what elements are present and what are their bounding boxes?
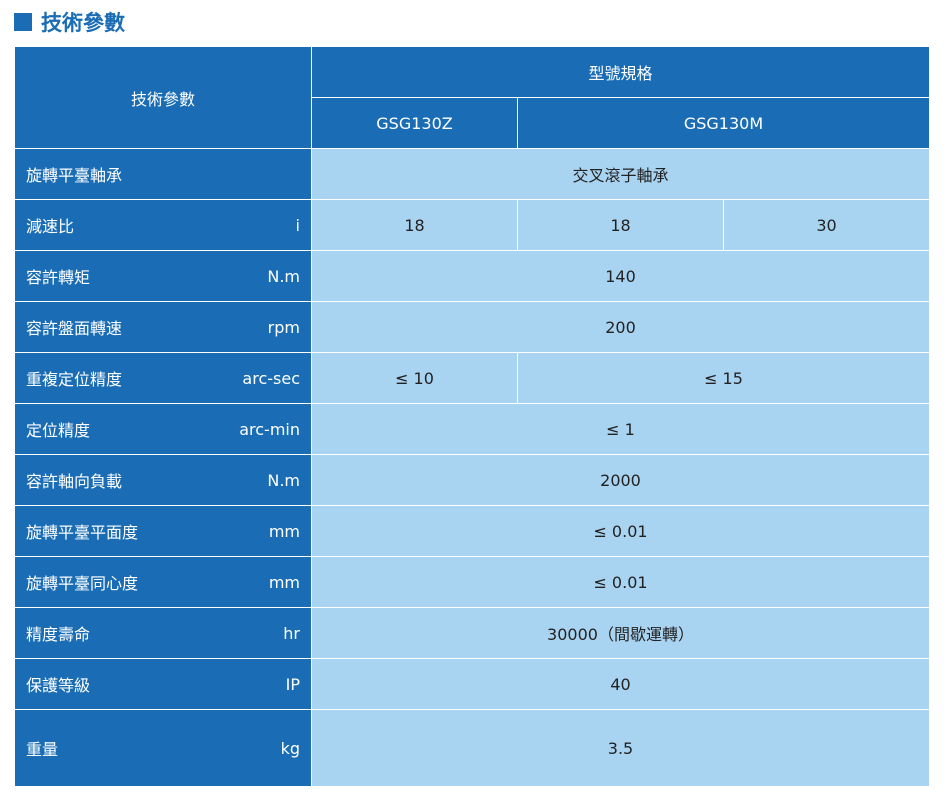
table-header-row: 技術參數 型號規格 [14,46,930,149]
row-label: 保護等級 [26,676,91,695]
row-unit: arc-sec [242,368,300,388]
table-row: 容許轉矩 N.m 140 [14,250,930,302]
row-unit: IP [285,674,300,694]
row-label-cell: 重複定位精度 arc-sec [14,352,312,404]
row-label: 容許軸向負載 [26,472,123,491]
row-unit: mm [268,521,300,541]
value-cell: ≤ 0.01 [311,505,930,557]
model-name: GSG130Z [311,97,518,149]
table-row: 保護等級 IP 40 [14,658,930,710]
row-unit: N.m [267,470,300,490]
value-cell: 200 [311,301,930,353]
value-cell: 18 [311,199,518,251]
row-label-cell: 容許軸向負載 N.m [14,454,312,506]
corner-header: 技術參數 [14,46,312,149]
row-label-cell: 旋轉平臺軸承 [14,148,312,200]
value-cell: 3.5 [311,709,930,787]
row-label: 旋轉平臺同心度 [26,574,139,593]
row-label-cell: 旋轉平臺同心度 mm [14,556,312,608]
row-unit: hr [283,623,300,643]
row-unit: arc-min [239,419,300,439]
table-row: 旋轉平臺軸承 交叉滾子軸承 [14,148,930,200]
value-cell: 30 [723,199,930,251]
table-row: 旋轉平臺平面度 mm ≤ 0.01 [14,505,930,557]
value-cell: 2000 [311,454,930,506]
row-label-cell: 定位精度 arc-min [14,403,312,455]
table-row: 重複定位精度 arc-sec ≤ 10 ≤ 15 [14,352,930,404]
row-unit: rpm [267,317,300,337]
value-cell: ≤ 15 [517,352,930,404]
row-label: 旋轉平臺平面度 [26,523,139,542]
table-row: 重量 kg 3.5 [14,709,930,787]
value-cell: 18 [517,199,724,251]
spec-table: 技術參數 型號規格 GSG130Z GSG130M 旋轉平臺軸承 交叉滾子軸承 … [14,46,930,787]
table-row: 容許軸向負載 N.m 2000 [14,454,930,506]
row-label: 精度壽命 [26,625,91,644]
value-cell: ≤ 0.01 [311,556,930,608]
row-label-cell: 旋轉平臺平面度 mm [14,505,312,557]
row-unit: kg [280,738,300,758]
model-name: GSG130M [517,97,930,149]
row-label: 重複定位精度 [26,370,123,389]
row-label-cell: 精度壽命 hr [14,607,312,659]
table-row: 旋轉平臺同心度 mm ≤ 0.01 [14,556,930,608]
row-label: 重量 [26,740,59,759]
section-heading: 技術參數 [14,6,125,38]
table-row: 精度壽命 hr 30000（間歇運轉） [14,607,930,659]
row-label-cell: 容許盤面轉速 rpm [14,301,312,353]
table-row: 減速比 i 18 18 30 [14,199,930,251]
square-bullet-icon [14,13,32,31]
row-label: 定位精度 [26,421,91,440]
value-cell: ≤ 10 [311,352,518,404]
row-label: 容許盤面轉速 [26,319,123,338]
value-cell: 交叉滾子軸承 [311,148,930,200]
row-label-cell: 重量 kg [14,709,312,787]
row-label: 減速比 [26,217,75,236]
row-unit: mm [268,572,300,592]
table-row: 定位精度 arc-min ≤ 1 [14,403,930,455]
table-row: 容許盤面轉速 rpm 200 [14,301,930,353]
row-label: 容許轉矩 [26,268,91,287]
row-label-cell: 保護等級 IP [14,658,312,710]
row-label-cell: 容許轉矩 N.m [14,250,312,302]
value-cell: ≤ 1 [311,403,930,455]
row-unit: i [295,215,300,235]
value-cell: 30000（間歇運轉） [311,607,930,659]
row-label: 旋轉平臺軸承 [26,166,123,185]
row-label-cell: 減速比 i [14,199,312,251]
model-header: 型號規格 [311,46,930,98]
row-unit: N.m [267,266,300,286]
value-cell: 40 [311,658,930,710]
section-title: 技術參數 [41,11,125,35]
value-cell: 140 [311,250,930,302]
